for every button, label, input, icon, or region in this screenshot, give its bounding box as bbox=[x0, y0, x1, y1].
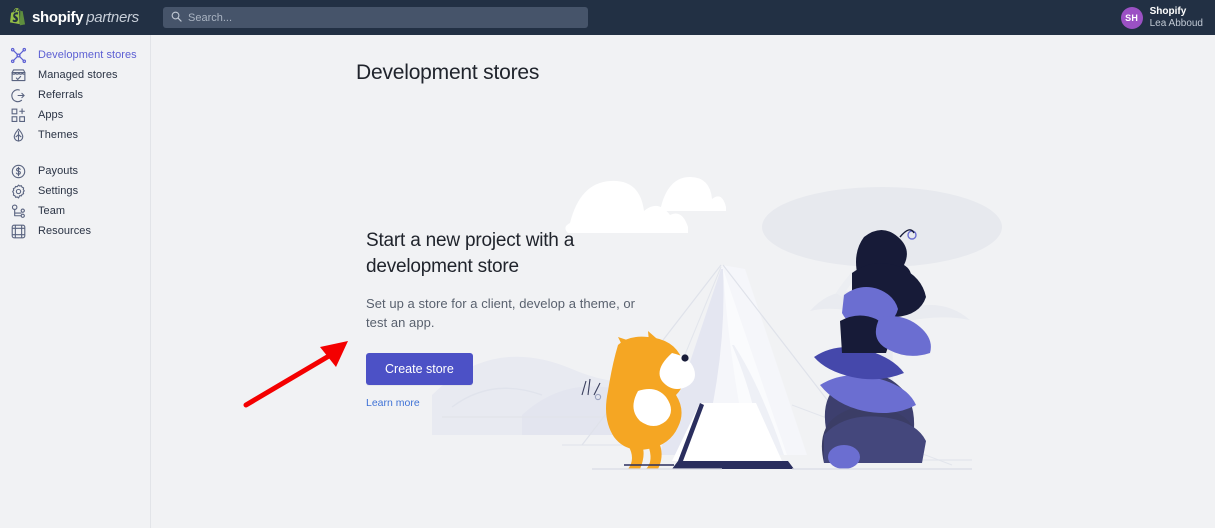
shopify-bag-icon bbox=[10, 8, 27, 27]
sidebar-item-label: Resources bbox=[38, 225, 92, 237]
development-stores-icon bbox=[10, 47, 27, 64]
sidebar-group-secondary: Payouts Settings Team Resources bbox=[0, 161, 150, 241]
sidebar-item-label: Apps bbox=[38, 109, 64, 121]
account-user-name: Lea Abboud bbox=[1149, 17, 1203, 29]
sidebar-item-payouts[interactable]: Payouts bbox=[0, 161, 150, 181]
logo-text-shopify: shopify bbox=[32, 9, 84, 26]
sidebar-item-themes[interactable]: Themes bbox=[0, 125, 150, 145]
sidebar-item-label: Team bbox=[38, 205, 66, 217]
payouts-icon bbox=[10, 163, 27, 180]
search-bar[interactable] bbox=[163, 7, 588, 28]
sidebar-item-apps[interactable]: Apps bbox=[0, 105, 150, 125]
red-arrow-annotation bbox=[243, 341, 348, 408]
apps-icon bbox=[10, 107, 27, 124]
search-input[interactable] bbox=[188, 7, 580, 28]
hero-heading: Start a new project with a development s… bbox=[366, 230, 575, 277]
account-organization: Shopify bbox=[1149, 6, 1187, 17]
sidebar-item-settings[interactable]: Settings bbox=[0, 181, 150, 201]
sidebar-item-label: Development stores bbox=[38, 49, 137, 61]
main-content: Development stores Start a new project w… bbox=[152, 35, 1215, 528]
settings-gear-icon bbox=[10, 183, 27, 200]
avatar: SH bbox=[1120, 6, 1143, 29]
sidebar-item-label: Managed stores bbox=[38, 69, 118, 81]
account-menu[interactable]: SH Shopify Lea Abboud bbox=[1120, 0, 1203, 35]
sidebar-item-resources[interactable]: Resources bbox=[0, 221, 150, 241]
themes-icon bbox=[10, 127, 27, 144]
logo-text-partners: partners bbox=[86, 9, 139, 26]
sidebar-item-label: Themes bbox=[38, 129, 79, 141]
top-bar: shopify partners SH Shopify Lea Abboud bbox=[0, 0, 1215, 35]
sidebar-item-managed-stores[interactable]: Managed stores bbox=[0, 65, 150, 85]
learn-more-link[interactable]: Learn more bbox=[366, 397, 636, 409]
sidebar-item-referrals[interactable]: Referrals bbox=[0, 85, 150, 105]
managed-stores-icon bbox=[10, 67, 27, 84]
shopify-partners-logo[interactable]: shopify partners bbox=[10, 0, 139, 35]
create-store-button[interactable]: Create store bbox=[366, 352, 473, 385]
hero-section: Start a new project with a development s… bbox=[366, 228, 636, 409]
sidebar-group-primary: Development stores Managed stores Referr… bbox=[0, 45, 150, 145]
hero-description: Set up a store for a client, develop a t… bbox=[366, 296, 636, 331]
page-title: Development stores bbox=[356, 61, 540, 84]
sidebar-item-team[interactable]: Team bbox=[0, 201, 150, 221]
sidebar-item-label: Settings bbox=[38, 185, 79, 197]
referrals-icon bbox=[10, 87, 27, 104]
sidebar-item-label: Payouts bbox=[38, 165, 79, 177]
sidebar-item-development-stores[interactable]: Development stores bbox=[0, 45, 150, 65]
resources-icon bbox=[10, 223, 27, 240]
team-icon bbox=[10, 203, 27, 220]
sidebar-item-label: Referrals bbox=[38, 89, 84, 101]
sidebar: Development stores Managed stores Referr… bbox=[0, 35, 151, 528]
search-icon bbox=[171, 9, 182, 27]
